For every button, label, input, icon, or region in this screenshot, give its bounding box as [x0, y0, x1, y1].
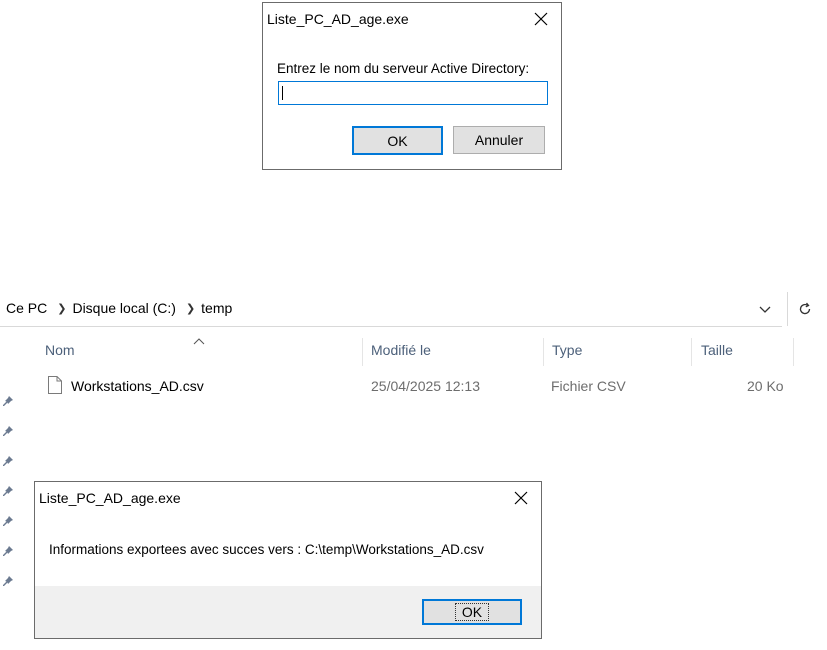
server-prompt-label: Entrez le nom du serveur Active Director…: [277, 61, 530, 76]
dialog-title: Liste_PC_AD_age.exe: [39, 490, 181, 506]
export-message: Informations exportees avec succes vers …: [49, 542, 484, 557]
pin-icon[interactable]: [2, 574, 14, 590]
ok-button-label: OK: [454, 603, 490, 621]
close-icon[interactable]: [529, 7, 553, 31]
refresh-button[interactable]: [787, 292, 822, 326]
breadcrumb-this-pc[interactable]: Ce PC: [0, 300, 47, 316]
ok-button-label: OK: [387, 132, 408, 149]
ok-button[interactable]: OK: [352, 126, 443, 155]
pin-icon[interactable]: [2, 424, 14, 440]
column-divider[interactable]: [691, 338, 692, 366]
export-success-dialog: Liste_PC_AD_age.exe Informations exporte…: [34, 481, 542, 639]
file-modified: 25/04/2025 12:13: [371, 378, 480, 394]
column-divider[interactable]: [793, 338, 794, 366]
close-icon[interactable]: [509, 486, 533, 510]
cancel-button-label: Annuler: [474, 132, 524, 148]
text-caret: [282, 86, 283, 100]
column-header-modified[interactable]: Modifié le: [371, 342, 431, 358]
pin-icon[interactable]: [2, 544, 14, 560]
chevron-right-icon[interactable]: ❯: [47, 302, 72, 315]
chevron-right-icon[interactable]: ❯: [176, 302, 201, 315]
column-divider[interactable]: [543, 338, 544, 366]
file-icon: [48, 376, 62, 397]
pin-icon[interactable]: [2, 514, 14, 530]
file-name[interactable]: Workstations_AD.csv: [71, 378, 204, 394]
breadcrumb-temp[interactable]: temp: [201, 300, 232, 316]
column-header-type[interactable]: Type: [552, 342, 582, 358]
dialog-title: Liste_PC_AD_age.exe: [267, 11, 409, 27]
column-header-name[interactable]: Nom: [45, 342, 75, 358]
pin-icon[interactable]: [2, 484, 14, 500]
breadcrumb[interactable]: Ce PC ❯ Disque local (C:) ❯ temp: [0, 290, 782, 327]
column-divider[interactable]: [362, 338, 363, 366]
file-type: Fichier CSV: [551, 378, 626, 394]
cancel-button[interactable]: Annuler: [453, 126, 545, 154]
server-name-input[interactable]: [278, 81, 548, 105]
pin-icon[interactable]: [2, 454, 14, 470]
sort-ascending-icon: [193, 332, 205, 348]
ok-button[interactable]: OK: [422, 599, 522, 625]
pin-icon[interactable]: [2, 394, 14, 410]
chevron-down-icon[interactable]: [755, 300, 775, 320]
file-size: 20 Ko: [747, 378, 784, 394]
server-input-dialog: Liste_PC_AD_age.exe Entrez le nom du ser…: [262, 2, 562, 170]
refresh-icon: [799, 302, 811, 315]
column-header-size[interactable]: Taille: [701, 342, 733, 358]
breadcrumb-local-disk[interactable]: Disque local (C:): [72, 300, 175, 316]
